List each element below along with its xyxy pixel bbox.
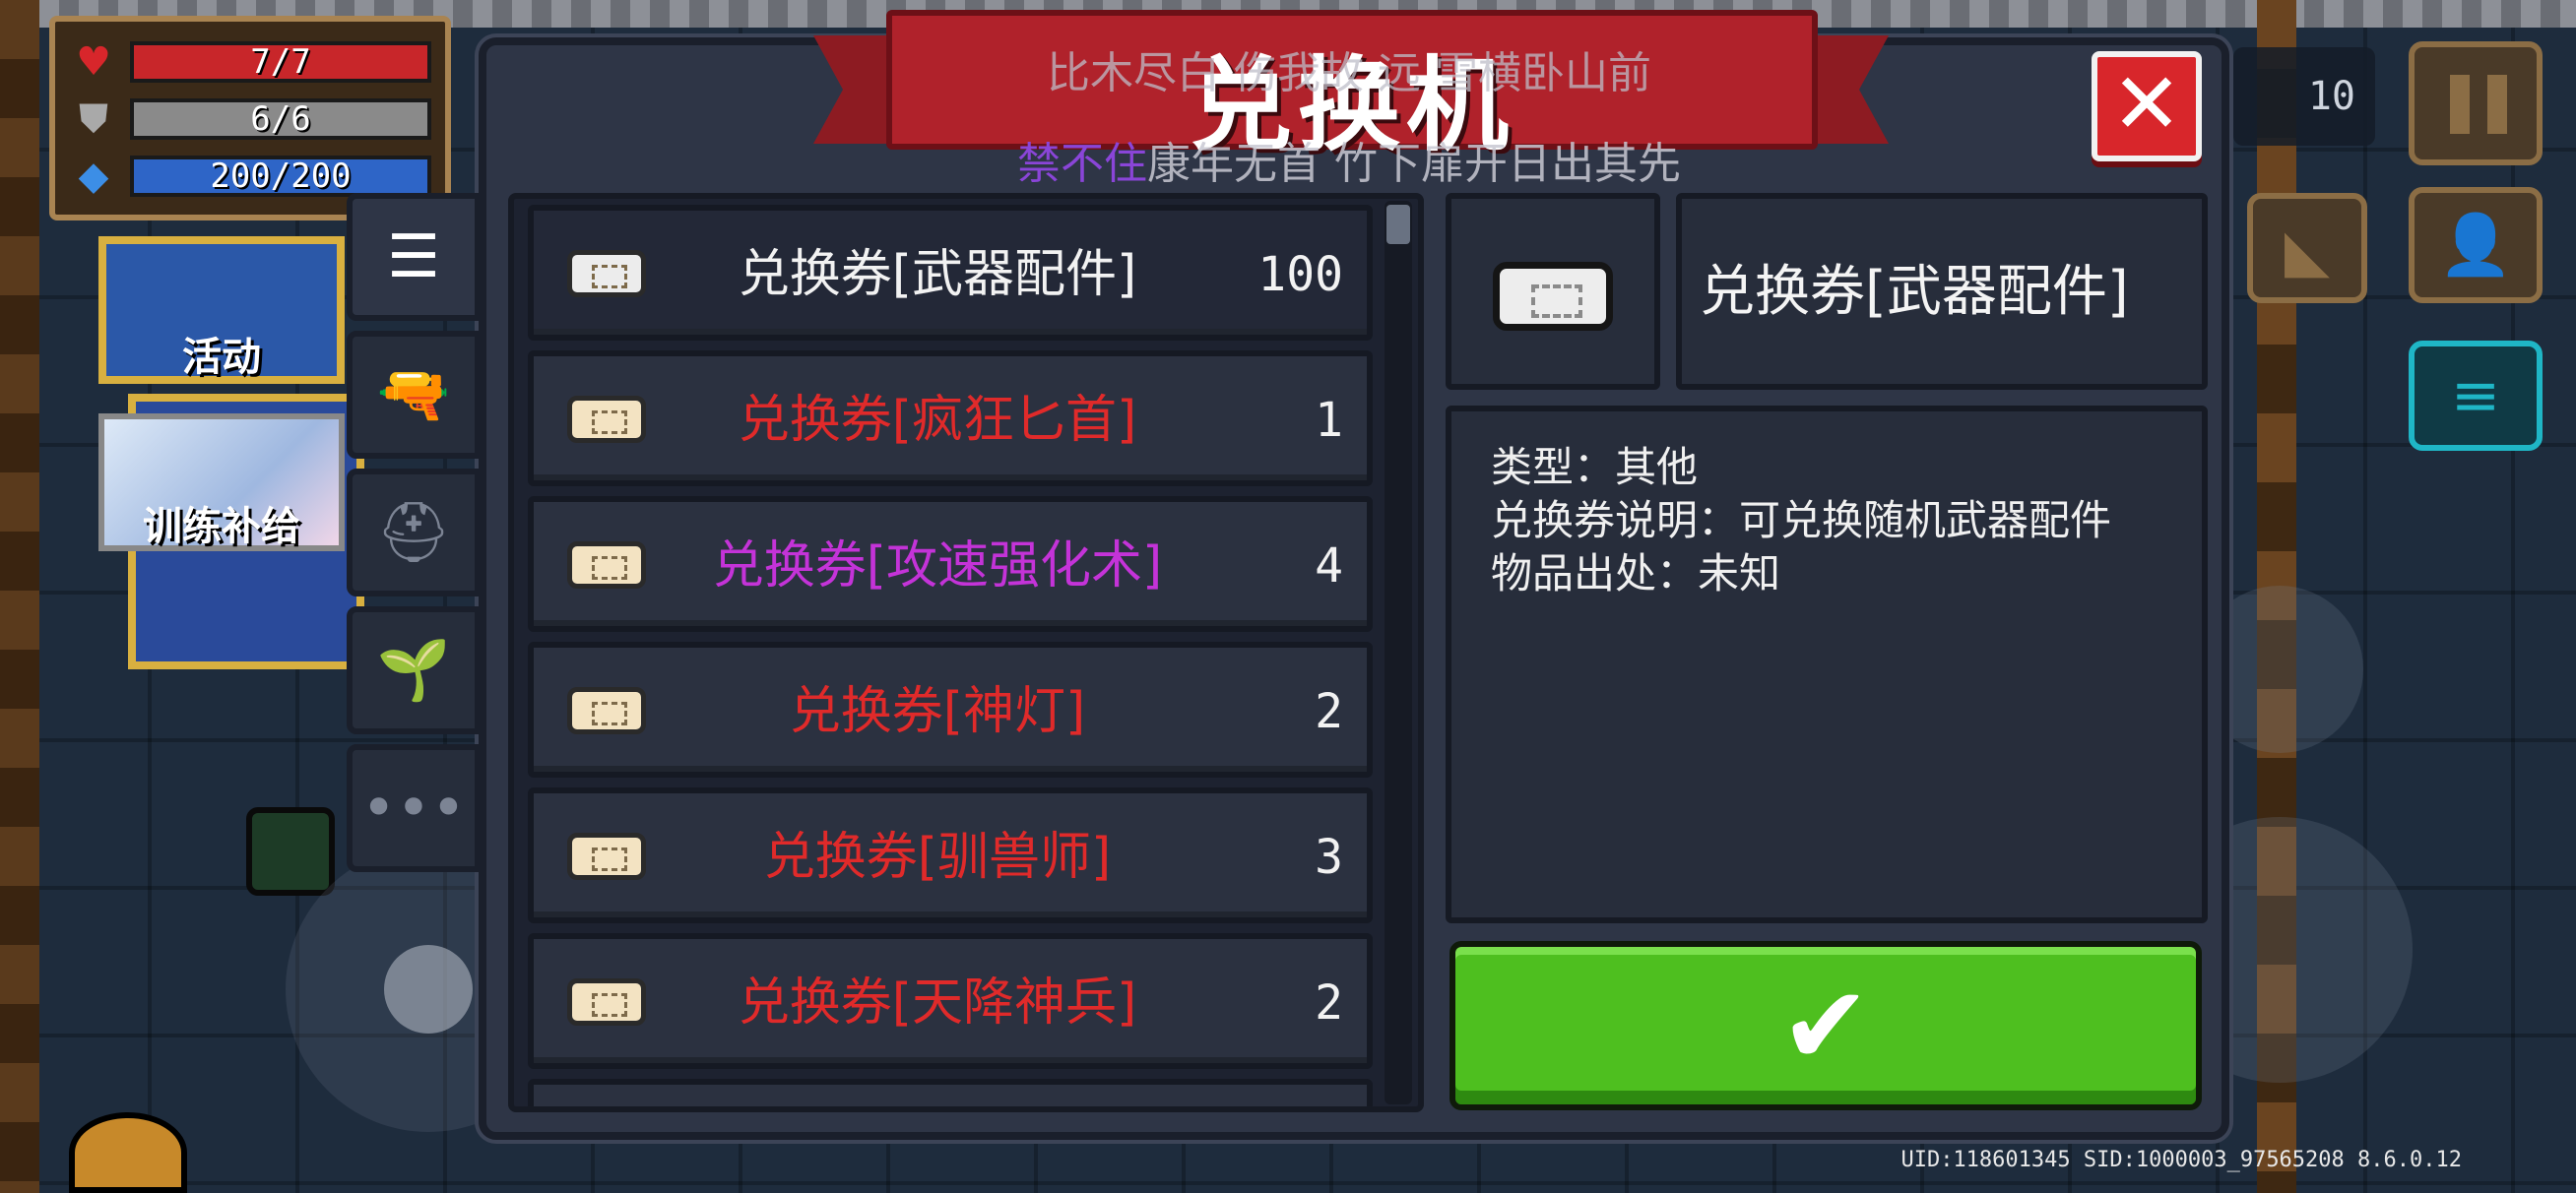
tab-plants[interactable]: 🌱 [347, 606, 481, 734]
more-icon: ••• [360, 774, 467, 843]
ticket-icon [567, 687, 646, 734]
coin-counter: 10 [2233, 47, 2375, 146]
shield-icon: ⛊ [79, 96, 108, 142]
training-label: 训练补给 [143, 504, 300, 549]
player-stats-panel: ♥ 7/7 ⛊ 6/6 ◆ 200/200 [49, 16, 451, 220]
item-name: 兑换券[驯兽师] [763, 828, 1112, 887]
armor-row: ⛊ 6/6 [69, 91, 431, 148]
close-button[interactable]: ✕ [2092, 51, 2202, 161]
item-name: 兑换券[武器配件] [738, 245, 1137, 304]
corner-icon: ◣ [2284, 217, 2331, 285]
list-item[interactable]: 兑换券[天降神兵] 2 [528, 933, 1373, 1069]
event-building[interactable]: 活动 [98, 236, 345, 384]
left-wall [0, 0, 39, 1193]
energy-icon: ◆ [78, 154, 109, 199]
tab-all-items[interactable]: ☰ [347, 193, 481, 321]
ticket-icon [567, 396, 646, 443]
selected-item-icon-box [1446, 193, 1660, 390]
selected-item-name: 兑换券[武器配件] [1700, 260, 2129, 324]
joystick-knob[interactable] [384, 945, 473, 1034]
item-explanation: 兑换券说明：可兑换随机武器配件 [1491, 496, 2112, 544]
profile-button[interactable]: 👤 [2409, 187, 2543, 303]
item-origin: 物品出处：未知 [1491, 549, 1781, 597]
item-count: 4 [1315, 538, 1343, 594]
list-scrollbar[interactable] [1385, 201, 1412, 1104]
minimap-button[interactable]: ◣ [2247, 193, 2367, 303]
plant-icon: 🌱 [376, 636, 451, 705]
tab-weapons[interactable]: 🔫 [347, 331, 481, 459]
ticket-icon [1493, 262, 1613, 331]
uid-label: UID:118601345 SID:1000003_97565208 8.6.0… [1900, 1148, 2462, 1172]
item-description: 类型：其他 兑换券说明：可兑换随机武器配件 物品出处：未知 [1446, 406, 2208, 923]
profile-icon: 👤 [2438, 211, 2513, 280]
energy-bar: 200/200 [130, 156, 431, 197]
list-icon: ☰ [387, 222, 440, 291]
hp-bar: 7/7 [130, 41, 431, 83]
ticket-icon [567, 541, 646, 589]
tab-equipment[interactable]: ⛑ [347, 469, 481, 596]
item-name: 兑换券[天降神兵] [738, 973, 1137, 1033]
armor-bar: 6/6 [130, 98, 431, 140]
hp-row: ♥ 7/7 [69, 33, 431, 91]
pause-button[interactable] [2409, 41, 2543, 165]
item-count: 2 [1315, 684, 1343, 739]
list-item[interactable] [528, 1079, 1373, 1106]
lyric-highlight: 禁不住 [1017, 139, 1147, 189]
item-count: 1 [1315, 393, 1343, 448]
training-supply-banner[interactable]: 训练补给 [98, 413, 345, 551]
item-name: 兑换券[攻速强化术] [712, 536, 1163, 596]
list-item[interactable]: 兑换券[攻速强化术] 4 [528, 496, 1373, 632]
tab-more[interactable]: ••• [347, 744, 481, 872]
helmet-icon: ⛑ [375, 498, 452, 567]
event-label: 活动 [182, 335, 261, 380]
list-item[interactable]: 兑换券[驯兽师] 3 [528, 787, 1373, 923]
lyric-line-2: 禁不住康年无首 竹下扉开日出其先 [926, 128, 1772, 191]
close-icon: ✕ [2110, 55, 2183, 154]
list-item[interactable]: 兑换券[神灯] 2 [528, 642, 1373, 778]
heart-icon: ♥ [76, 39, 111, 85]
weapon-icon: 🔫 [376, 360, 451, 429]
npc-character [246, 807, 335, 896]
lyric-line-1: 比木尽白 伤我故 远 雪横卧山前 [1047, 48, 1651, 98]
chat-button[interactable]: ≡ [2409, 341, 2543, 451]
player-character [69, 1112, 187, 1193]
pause-icon [2450, 75, 2470, 134]
ticket-icon [567, 978, 646, 1026]
item-count: 2 [1315, 975, 1343, 1031]
item-count: 3 [1315, 830, 1343, 885]
item-name: 兑换券[疯狂匕首] [738, 391, 1137, 450]
item-name: 兑换券[神灯] [789, 682, 1086, 741]
item-list[interactable]: 兑换券[武器配件] 100 兑换券[疯狂匕首] 1 兑换券[攻速强化术] 4 兑… [508, 193, 1424, 1112]
confirm-exchange-button[interactable]: ✔ [1449, 941, 2202, 1110]
item-type: 类型：其他 [1491, 443, 1699, 491]
ticket-icon [567, 833, 646, 880]
selected-item-name-box: 兑换券[武器配件] [1676, 193, 2208, 390]
checkmark-icon: ✔ [1779, 963, 1872, 1089]
list-item[interactable]: 兑换券[武器配件] 100 [528, 205, 1373, 341]
list-item[interactable]: 兑换券[疯狂匕首] 1 [528, 350, 1373, 486]
ticket-icon [567, 250, 646, 297]
scrollbar-thumb[interactable] [1386, 205, 1410, 244]
item-count: 100 [1257, 247, 1343, 302]
lyric-rest: 康年无首 竹下扉开日出其先 [1147, 139, 1681, 189]
chat-icon: ≡ [2450, 361, 2501, 430]
